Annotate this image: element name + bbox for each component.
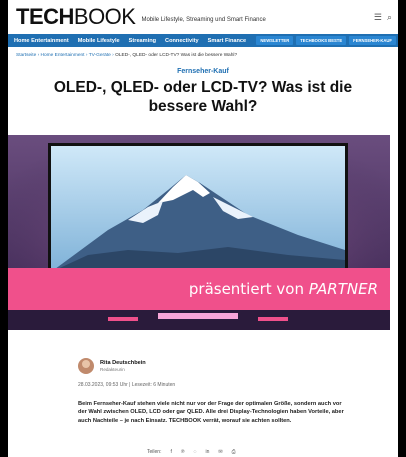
- site-tagline: Mobile Lifestyle, Streaming und Smart Fi…: [141, 17, 266, 23]
- linkedin-icon[interactable]: in: [206, 449, 210, 455]
- fernseher-kauf-button[interactable]: FERNSEHER-KAUF: [349, 36, 396, 45]
- author-avatar[interactable]: [78, 358, 94, 374]
- breadcrumb-current: OLED-, QLED- oder LCD-TV? Was ist die be…: [115, 53, 238, 58]
- author-info: Rita Deutschbein Redakteurin: [100, 360, 146, 372]
- sponsor-text: präsentiert von PARTNER: [189, 280, 378, 298]
- newsletter-button[interactable]: NEWSLETTER: [256, 36, 294, 45]
- sponsor-partner: PARTNER: [308, 280, 378, 298]
- nav-item-smart-finance[interactable]: Smart Finance: [208, 38, 247, 44]
- logo-bold-text: TECH: [16, 4, 74, 29]
- site-logo[interactable]: TECHBOOK: [16, 4, 136, 30]
- print-icon[interactable]: ⎙: [232, 449, 236, 455]
- sponsor-prefix: präsentiert von: [188, 280, 309, 298]
- breadcrumb: Startseite › Home Entertainment › TV-Ger…: [8, 47, 398, 58]
- header-icons: ☰ ⌕: [374, 12, 392, 23]
- main-nav: Home Entertainment Mobile Lifestyle Stre…: [8, 34, 398, 47]
- breadcrumb-trail[interactable]: Startseite › Home Entertainment › TV-Ger…: [16, 53, 114, 58]
- nav-item-connectivity[interactable]: Connectivity: [165, 38, 199, 44]
- nav-buttons: NEWSLETTER TECHBOOKS BESTE FERNSEHER-KAU…: [256, 36, 396, 45]
- share-bar: Teilen: f ℗ ◌ in ✉ ⎙: [147, 449, 236, 455]
- author-role: Redakteurin: [100, 367, 125, 372]
- pinterest-icon[interactable]: ℗: [181, 449, 185, 455]
- publish-date: 28.03.2023, 09:53 Uhr | Lesezeit: 6 Minu…: [78, 382, 176, 388]
- techbooks-beste-button[interactable]: TECHBOOKS BESTE: [296, 36, 347, 45]
- nav-item-mobile-lifestyle[interactable]: Mobile Lifestyle: [78, 38, 120, 44]
- hamburger-icon[interactable]: ☰: [374, 12, 382, 23]
- mail-icon[interactable]: ✉: [218, 449, 222, 455]
- search-icon[interactable]: ⌕: [387, 12, 392, 23]
- logo-light-text: BOOK: [73, 4, 136, 29]
- article-lead: Beim Fernseher-Kauf stehen viele nicht n…: [78, 401, 344, 424]
- whatsapp-icon[interactable]: ◌: [194, 449, 197, 455]
- article-title: OLED-, QLED- oder LCD-TV? Was ist die be…: [53, 79, 353, 115]
- nav-item-streaming[interactable]: Streaming: [129, 38, 156, 44]
- author-name[interactable]: Rita Deutschbein: [100, 360, 146, 366]
- nav-item-home-entertainment[interactable]: Home Entertainment: [14, 38, 69, 44]
- article-kicker[interactable]: Fernseher-Kauf: [8, 68, 398, 75]
- share-label: Teilen:: [147, 449, 162, 455]
- facebook-icon[interactable]: f: [170, 449, 171, 455]
- sponsor-banner[interactable]: präsentiert von PARTNER: [8, 268, 390, 310]
- site-header: TECHBOOK Mobile Lifestyle, Streaming und…: [8, 0, 398, 34]
- author-box[interactable]: Rita Deutschbein Redakteurin: [78, 358, 146, 374]
